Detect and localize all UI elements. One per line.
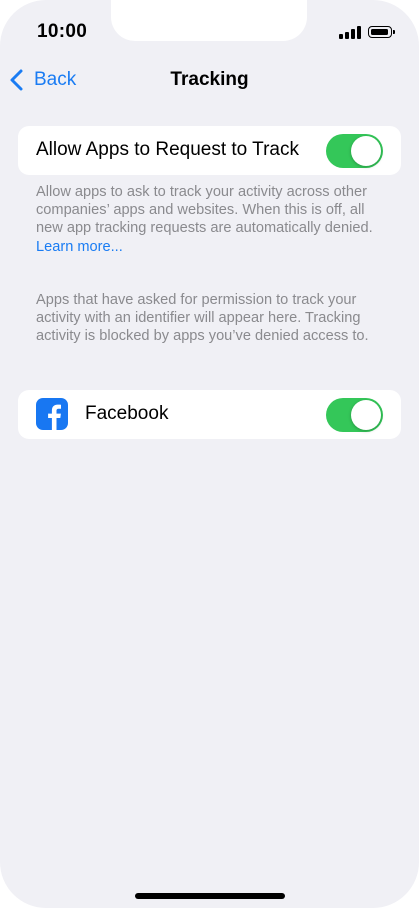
- device-notch: [111, 0, 307, 41]
- allow-tracking-footer-text: Allow apps to ask to track your activity…: [36, 184, 373, 237]
- allow-tracking-row: Allow Apps to Request to Track: [18, 126, 401, 175]
- allow-tracking-footer: Allow apps to ask to track your activity…: [36, 183, 386, 256]
- toggle-knob: [351, 136, 381, 166]
- allow-tracking-toggle[interactable]: [326, 134, 383, 168]
- status-time: 10:00: [37, 21, 88, 42]
- app-row-facebook: Facebook: [18, 390, 401, 439]
- facebook-icon: [36, 398, 68, 430]
- learn-more-link[interactable]: Learn more...: [36, 239, 123, 255]
- phone-screen: 10:00 Back Tracking Allow Apps to Reques…: [0, 0, 419, 908]
- allow-tracking-label: Allow Apps to Request to Track: [36, 139, 299, 160]
- facebook-tracking-toggle[interactable]: [326, 398, 383, 432]
- app-name-facebook: Facebook: [85, 403, 169, 424]
- apps-section-description: Apps that have asked for permission to t…: [36, 292, 369, 345]
- cellular-signal-icon: [339, 26, 361, 39]
- home-indicator[interactable]: [135, 893, 285, 899]
- page-title: Tracking: [170, 69, 249, 90]
- toggle-knob: [351, 400, 381, 430]
- battery-icon: [368, 26, 395, 38]
